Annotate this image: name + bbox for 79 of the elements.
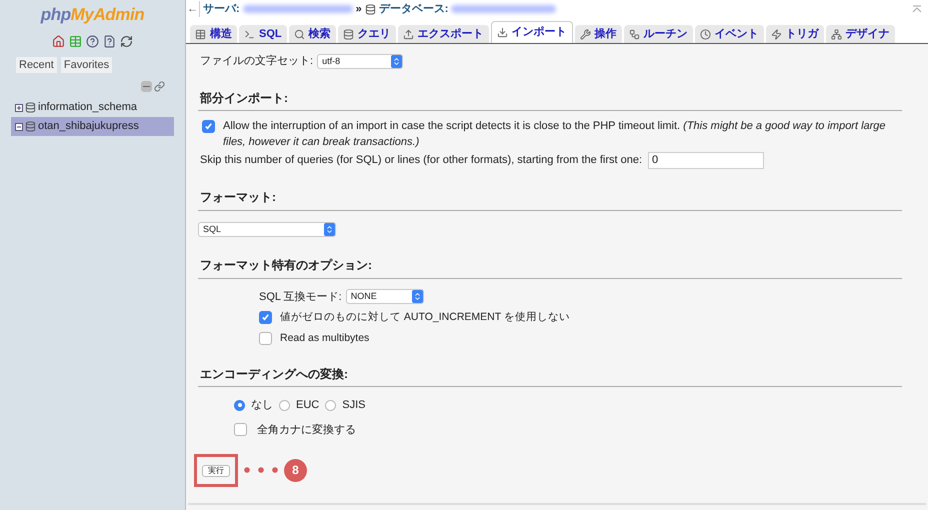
database-icon [25,121,36,132]
workflow-icon [628,28,640,40]
back-button[interactable]: ← [186,0,200,18]
section-title: 部分インポート: [200,90,288,104]
clock-icon [700,28,711,40]
database-icon [25,102,36,113]
tab[interactable]: SQL [239,25,287,43]
radio-button[interactable] [325,400,336,411]
section-title: フォーマット特有のオプション: [200,258,372,272]
download-icon [496,27,508,38]
checkbox[interactable] [259,332,272,346]
format-select[interactable]: SQL [198,222,336,237]
interrupt-label: Allow the interruption of an import in case the script detects it is close to the PHP timeout limit. (This might be a good way to import large files, however it can break transactions.) [223,119,887,150]
table-icon [195,28,206,40]
radio-label: なし [251,398,273,413]
database-item[interactable]: information_schema [11,98,174,117]
skip-field[interactable]: 0 [648,152,764,169]
database-name: otan_shibajukupress [38,119,139,134]
table-icon[interactable] [69,34,82,48]
upload-icon [402,28,414,40]
collapse-icon[interactable] [15,122,23,130]
lightning-icon [770,28,782,40]
kana-label: 全角カナに変換する [257,422,356,438]
chevron-icon [325,224,334,234]
compat-select[interactable]: NONE [346,289,424,304]
radio-button[interactable] [234,400,245,411]
tab[interactable]: 検索 [288,25,336,43]
checkmark-icon [261,313,270,322]
network-icon [830,28,842,40]
step-badge: 8 [284,458,307,482]
section-title: エンコーディングへの変換: [200,366,348,380]
search-icon [294,28,305,40]
collapse-icon[interactable] [141,81,152,92]
skip-label: Skip this number of queries (for SQL) or lines (for other formats), starting from the first one: [200,153,642,168]
tab[interactable]: デザイナ [826,25,895,43]
radio-label: SJIS [342,398,366,413]
checkbox[interactable] [202,120,215,133]
tab[interactable]: トリガ [766,25,824,43]
tab[interactable]: インポート [490,21,573,43]
server-link[interactable]: サーバ: [203,0,240,18]
checkbox[interactable] [259,311,272,324]
sidebar-tab[interactable]: Recent [16,56,57,73]
tab[interactable]: エクスポート [398,25,489,43]
tab[interactable]: イベント [694,25,764,43]
sidebar-tab[interactable]: Favorites [60,56,112,73]
option-label: Read as multibytes [280,330,370,346]
charset-label: ファイルの文字セット: [200,54,314,69]
checkmark-icon [204,122,213,131]
chevron-icon [392,56,402,66]
compat-label: SQL 互換モード: [259,290,342,304]
terminal-icon [244,28,255,40]
checkbox[interactable] [234,423,247,436]
database-item[interactable]: otan_shibajukupress [11,117,174,136]
logo-text: php [40,4,71,26]
tab[interactable]: 構造 [190,25,237,43]
database-icon [342,28,354,40]
radio-button[interactable] [279,400,290,411]
document-icon[interactable] [103,34,116,48]
radio-label: EUC [296,398,320,413]
database-name: information_schema [38,100,138,116]
dots-icon [244,467,278,474]
tab[interactable]: ルーチン [624,25,693,43]
tab[interactable]: クエリ [338,25,396,43]
database-link[interactable]: データベース: [378,0,448,18]
database-icon [364,4,376,14]
separator: » [356,2,362,17]
wrench-icon [580,28,591,40]
home-icon[interactable] [52,34,65,48]
tab[interactable]: 操作 [574,25,622,43]
help-icon[interactable] [86,34,99,48]
section-title: フォーマット: [200,190,276,204]
submit-button[interactable]: 実行 [202,465,230,477]
chevron-icon [412,292,422,302]
option-label: 値がゼロのものに対して AUTO_INCREMENT を使用しない [280,310,570,325]
link-icon[interactable] [154,81,165,92]
logo-text: MyAdmin [70,4,144,26]
expand-icon[interactable] [15,104,23,112]
refresh-icon[interactable] [120,34,133,48]
charset-select[interactable]: utf-8 [317,54,404,69]
